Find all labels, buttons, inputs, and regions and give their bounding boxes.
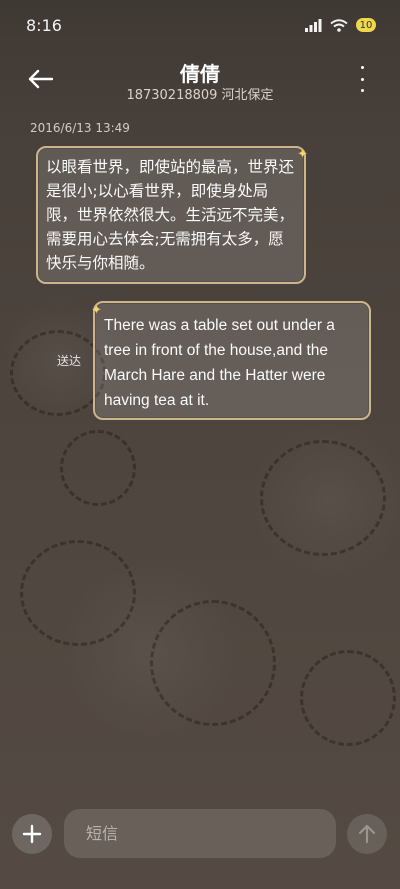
wifi-icon [330, 18, 348, 32]
send-arrow-icon [358, 824, 376, 844]
signal-icon [305, 18, 322, 32]
contact-number-location: 18730218809 河北保定 [126, 88, 274, 103]
sparkle-icon: ✦ [91, 302, 102, 317]
background-doodle [260, 440, 386, 556]
background-doodle [60, 430, 136, 506]
conversation-header: 倩倩 18730218809 河北保定 [0, 50, 400, 110]
add-attachment-button[interactable] [12, 814, 52, 854]
more-vertical-icon [360, 66, 364, 69]
message-composer [0, 799, 400, 889]
send-button[interactable] [347, 814, 387, 854]
sparkle-icon: ✦ [297, 147, 308, 162]
background-doodle [300, 650, 396, 746]
message-input-container[interactable] [64, 809, 336, 858]
status-icons: 10 [305, 18, 376, 32]
background-doodle [20, 540, 136, 646]
more-vertical-icon-dot [360, 89, 364, 92]
background-doodle [10, 330, 106, 416]
more-options-button[interactable] [350, 66, 374, 92]
incoming-message-bubble[interactable]: ✦ 以眼看世界，即使站的最高，世界还是很小;以心看世界，即使身处局限，世界依然很… [36, 146, 308, 284]
plus-icon [22, 824, 42, 844]
battery-icon: 10 [356, 18, 376, 32]
status-bar: 8:16 10 [0, 0, 400, 50]
battery-level: 10 [359, 19, 373, 31]
contact-name: 倩倩 [180, 62, 220, 86]
outgoing-message-text: There was a table set out under a tree i… [104, 317, 335, 409]
outgoing-message-bubble[interactable]: ✦ There was a table set out under a tree… [91, 301, 371, 420]
status-time: 8:16 [26, 15, 62, 35]
incoming-message-text: 以眼看世界，即使站的最高，世界还是很小;以心看世界，即使身处局限，世界依然很大。… [46, 158, 295, 272]
delivery-status: 送达 [57, 354, 82, 368]
message-input[interactable] [84, 823, 336, 844]
background-doodle [150, 600, 276, 726]
message-timestamp: 2016/6/13 13:49 [30, 121, 130, 135]
more-vertical-icon-dot [360, 77, 364, 81]
